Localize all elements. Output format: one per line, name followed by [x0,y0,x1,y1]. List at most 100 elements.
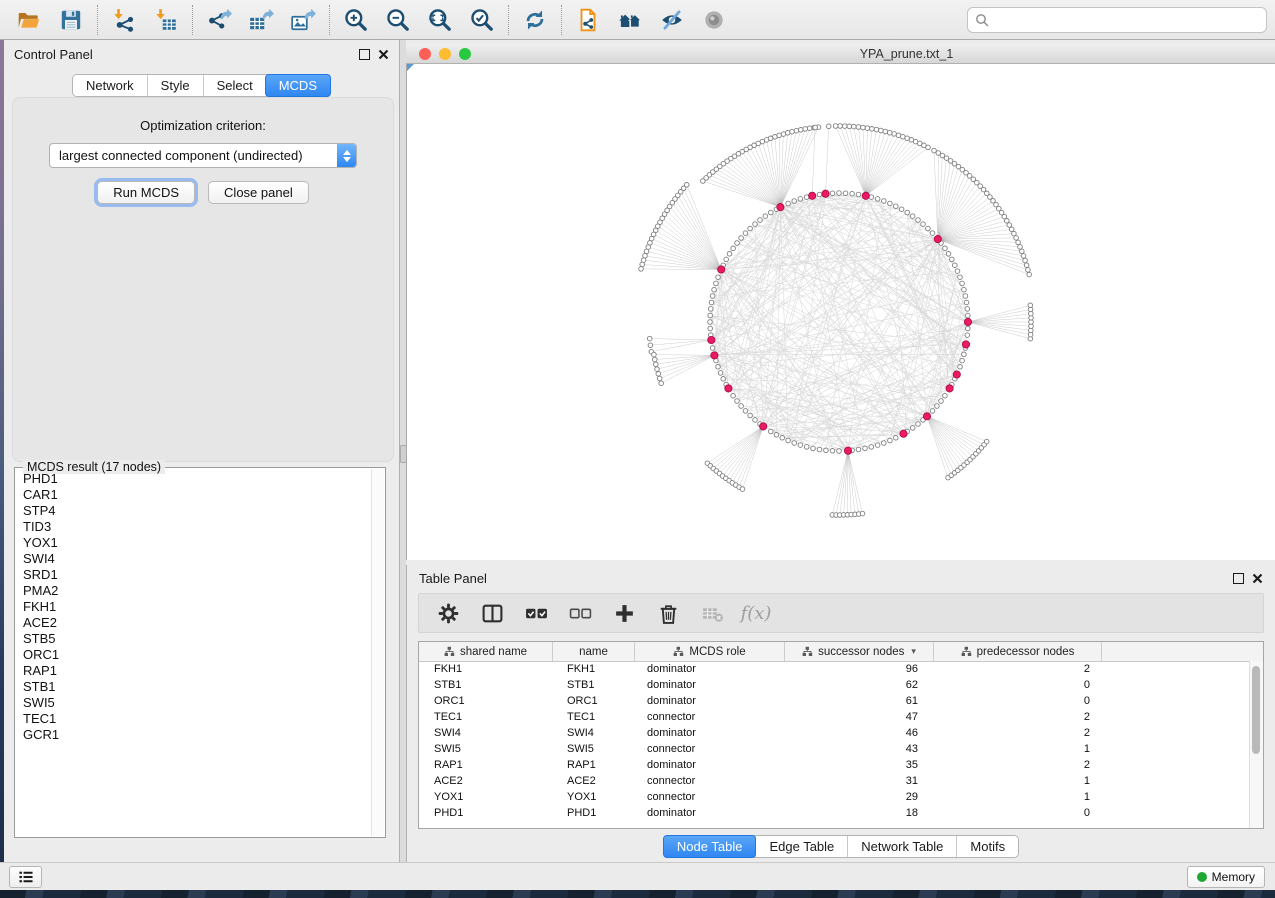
zoom-traffic-light[interactable] [459,48,471,60]
table-row[interactable]: FKH1FKH1dominator962 [419,661,1250,677]
mcds-node-item[interactable]: SRD1 [16,567,372,583]
mcds-node-item[interactable]: ACE2 [16,615,372,631]
tab-mcds[interactable]: MCDS [265,74,331,97]
column-header-successor-nodes[interactable]: successor nodes▾ [785,642,934,661]
mcds-node-item[interactable]: GCR1 [16,727,372,743]
graph-node [921,222,926,227]
table-row[interactable]: YOX1YOX1connector291 [419,789,1250,805]
show-panels-button[interactable] [9,866,42,888]
mcds-node-item[interactable]: STB1 [16,679,372,695]
graph-node [869,445,874,450]
mcds-node-item[interactable]: FKH1 [16,599,372,615]
table-settings-button[interactable] [431,597,465,629]
memory-label: Memory [1212,870,1255,884]
first-neighbors-button[interactable] [609,2,651,38]
tab-select[interactable]: Select [203,75,266,96]
column-header-predecessor-nodes[interactable]: predecessor nodes [934,642,1102,661]
close-traffic-light[interactable] [419,48,431,60]
show-hidden-button[interactable] [693,2,735,38]
hide-selected-button[interactable] [651,2,693,38]
new-network-from-selection-button[interactable] [567,2,609,38]
mcds-list-scrollbar[interactable] [371,469,384,836]
cell-name: TEC1 [553,709,635,725]
mcds-node-item[interactable]: STP4 [16,503,372,519]
table-row[interactable]: STB1STB1dominator620 [419,677,1250,693]
column-header-shared-name[interactable]: shared name [419,642,553,661]
table-scrollbar[interactable] [1249,661,1263,828]
mcds-node-item[interactable]: YOX1 [16,535,372,551]
search-input[interactable] [993,9,1266,31]
import-network-button[interactable] [103,2,145,38]
select-stepper-icon [337,144,356,167]
mcds-node-item[interactable]: CAR1 [16,487,372,503]
run-mcds-button[interactable]: Run MCDS [97,181,195,204]
export-network-button[interactable] [198,2,240,38]
export-image-button[interactable] [282,2,324,38]
minimize-traffic-light[interactable] [439,48,451,60]
main-toolbar [0,0,1275,40]
optimization-criterion-select[interactable]: largest connected component (undirected) [49,143,357,168]
mcds-node-item[interactable]: PMA2 [16,583,372,599]
cell-name: YOX1 [553,789,635,805]
mcds-node-item[interactable]: ORC1 [16,647,372,663]
mcds-node-item[interactable]: SWI4 [16,551,372,567]
table-row[interactable]: PHD1PHD1dominator180 [419,805,1250,821]
network-canvas[interactable] [406,64,1275,560]
tab-motifs[interactable]: Motifs [956,836,1018,857]
save-session-button[interactable] [50,2,92,38]
tab-network[interactable]: Network [73,75,147,96]
zoom-selected-button[interactable] [461,2,503,38]
delete-columns-button[interactable] [651,597,685,629]
table-row[interactable]: TEC1TEC1connector472 [419,709,1250,725]
network-graph[interactable] [407,64,1275,560]
deselect-all-checks-button[interactable] [563,597,597,629]
table-row[interactable]: SWI5SWI5connector431 [419,741,1250,757]
network-window-titlebar[interactable]: YPA_prune.txt_1 [406,44,1275,64]
tab-node-table[interactable]: Node Table [663,835,757,858]
select-all-checks-button[interactable] [519,597,553,629]
mcds-node-item[interactable]: PHD1 [16,471,372,487]
graph-hub-node [962,341,969,348]
zoom-out-button[interactable] [377,2,419,38]
export-table-button[interactable] [240,2,282,38]
function-builder-button: f(x) [739,597,773,629]
desktop-wallpaper-bottom [0,890,1275,898]
graph-node [716,275,721,280]
column-header-name[interactable]: name [553,642,635,661]
graph-node [708,307,713,312]
table-row[interactable]: SWI4SWI4dominator462 [419,725,1250,741]
graph-node [731,246,736,251]
table-row[interactable]: ACE2ACE2connector311 [419,773,1250,789]
column-visibility-button[interactable] [475,597,509,629]
mcds-node-item[interactable]: RAP1 [16,663,372,679]
close-panel-button[interactable]: Close panel [208,181,309,204]
mcds-node-item[interactable]: TID3 [16,519,372,535]
table-panel-title: Table Panel [419,571,487,586]
memory-button[interactable]: Memory [1187,866,1265,888]
float-panel-icon[interactable] [359,49,370,60]
table-row[interactable]: RAP1RAP1dominator352 [419,757,1250,773]
graph-hub-node [900,430,907,437]
refresh-layout-button[interactable] [514,2,556,38]
import-table-button[interactable] [145,2,187,38]
column-header-MCDS-role[interactable]: MCDS role [635,642,785,661]
zoom-in-button[interactable] [335,2,377,38]
mcds-result-list[interactable]: PHD1CAR1STP4TID3YOX1SWI4SRD1PMA2FKH1ACE2… [16,471,372,836]
tab-style[interactable]: Style [147,75,203,96]
graph-hub-nodes[interactable] [708,190,972,454]
mcds-node-item[interactable]: STB5 [16,631,372,647]
open-file-button[interactable] [8,2,50,38]
graph-node [817,192,822,197]
mcds-node-item[interactable]: SWI5 [16,695,372,711]
add-column-button[interactable] [607,597,641,629]
tab-network-table[interactable]: Network Table [847,836,956,857]
mcds-node-item[interactable]: TEC1 [16,711,372,727]
table-row[interactable]: ORC1ORC1dominator610 [419,693,1250,709]
scrollbar-thumb[interactable] [1252,666,1260,754]
tab-edge-table[interactable]: Edge Table [755,836,847,857]
search-box[interactable] [967,7,1267,33]
float-table-panel-icon[interactable] [1233,573,1244,584]
zoom-fit-button[interactable] [419,2,461,38]
close-table-panel-icon[interactable] [1252,573,1263,584]
close-panel-icon[interactable] [378,49,389,60]
